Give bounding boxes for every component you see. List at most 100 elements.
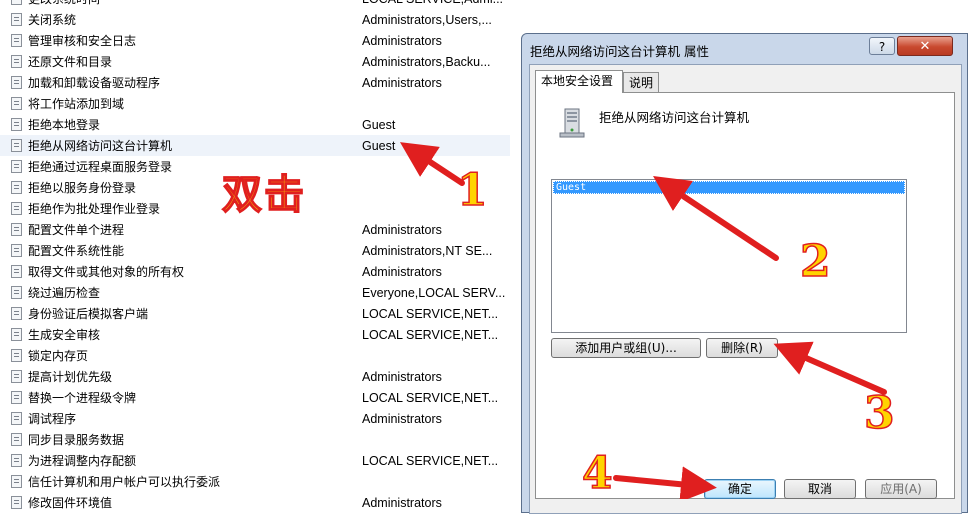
policy-icon bbox=[11, 349, 22, 362]
policy-setting: Administrators bbox=[362, 264, 442, 279]
policy-icon bbox=[11, 34, 22, 47]
policy-icon bbox=[11, 160, 22, 173]
policy-icon bbox=[11, 118, 22, 131]
policy-icon bbox=[11, 454, 22, 467]
policy-icon bbox=[11, 244, 22, 257]
policy-icon bbox=[11, 265, 22, 278]
policy-row[interactable]: 还原文件和目录 Administrators,Backu... bbox=[0, 51, 510, 72]
policy-name: 拒绝作为批处理作业登录 bbox=[28, 202, 161, 216]
policy-setting: Administrators,Users,... bbox=[362, 12, 492, 27]
policy-row[interactable]: 绕过遍历检查 Everyone,LOCAL SERV... bbox=[0, 282, 510, 303]
policy-row[interactable]: 将工作站添加到域 bbox=[0, 93, 510, 114]
policy-name: 同步目录服务数据 bbox=[28, 433, 125, 447]
tab-local-security-setting[interactable]: 本地安全设置 bbox=[535, 70, 623, 93]
policy-name: 提高计划优先级 bbox=[28, 370, 113, 384]
policy-row[interactable]: 身份验证后模拟客户端 LOCAL SERVICE,NET... bbox=[0, 303, 510, 324]
policy-setting: Administrators bbox=[362, 369, 442, 384]
properties-dialog: 拒绝从网络访问这台计算机 属性 ? ✕ 本地安全设置 说明 拒绝从网络访问这台计… bbox=[521, 33, 968, 514]
policy-name: 配置文件系统性能 bbox=[28, 244, 125, 258]
policy-row[interactable]: 取得文件或其他对象的所有权 Administrators bbox=[0, 261, 510, 282]
policy-setting: Administrators bbox=[362, 495, 442, 510]
policy-setting: Administrators bbox=[362, 411, 442, 426]
policy-row[interactable]: 管理审核和安全日志 Administrators bbox=[0, 30, 510, 51]
help-button[interactable]: ? bbox=[869, 37, 895, 55]
apply-button[interactable]: 应用(A) bbox=[865, 479, 937, 499]
policy-name: 拒绝通过远程桌面服务登录 bbox=[28, 160, 173, 174]
policy-setting: Administrators,NT SE... bbox=[362, 243, 493, 258]
policy-setting: Administrators,Backu... bbox=[362, 54, 491, 69]
close-button[interactable]: ✕ bbox=[897, 36, 953, 56]
tab-explain[interactable]: 说明 bbox=[623, 72, 659, 92]
policy-icon bbox=[11, 328, 22, 341]
policy-row[interactable]: 拒绝从网络访问这台计算机 Guest bbox=[0, 135, 510, 156]
policy-row[interactable]: 同步目录服务数据 bbox=[0, 429, 510, 450]
policy-setting: Guest bbox=[362, 117, 396, 132]
policy-setting: LOCAL SERVICE,NET... bbox=[362, 306, 499, 321]
dialog-title: 拒绝从网络访问这台计算机 属性 bbox=[530, 44, 709, 59]
policy-row[interactable]: 调试程序 Administrators bbox=[0, 408, 510, 429]
policy-setting: Everyone,LOCAL SERV... bbox=[362, 285, 506, 300]
policy-setting: Administrators bbox=[362, 222, 442, 237]
policy-name: 配置文件单个进程 bbox=[28, 223, 125, 237]
account-item-guest[interactable]: Guest bbox=[553, 181, 905, 194]
policy-icon bbox=[11, 76, 22, 89]
policy-row[interactable]: 生成安全审核 LOCAL SERVICE,NET... bbox=[0, 324, 510, 345]
cancel-button[interactable]: 取消 bbox=[784, 479, 856, 499]
policy-icon bbox=[11, 202, 22, 215]
policy-name: 绕过遍历检查 bbox=[28, 286, 101, 300]
policy-row[interactable]: 配置文件单个进程 Administrators bbox=[0, 219, 510, 240]
step-4-label: 4 bbox=[581, 447, 613, 500]
policy-icon bbox=[11, 370, 22, 383]
policy-setting: Administrators bbox=[362, 33, 442, 48]
policy-name: 调试程序 bbox=[28, 412, 77, 426]
policy-icon bbox=[11, 0, 22, 5]
policy-row[interactable]: 修改固件环境值 Administrators bbox=[0, 492, 510, 513]
policy-name: 信任计算机和用户帐户可以执行委派 bbox=[28, 475, 221, 489]
policy-name: 关闭系统 bbox=[28, 13, 77, 27]
policy-name: 为进程调整内存配额 bbox=[28, 454, 137, 468]
step-1-label: 1 bbox=[456, 164, 488, 217]
policy-icon bbox=[11, 391, 22, 404]
policy-name: 更改系统时间 bbox=[28, 0, 100, 7]
policy-setting: LOCAL SERVICE,NET... bbox=[362, 390, 499, 405]
policy-icon bbox=[11, 181, 22, 194]
policy-name: 拒绝本地登录 bbox=[28, 118, 101, 132]
policy-row[interactable]: 提高计划优先级 Administrators bbox=[0, 366, 510, 387]
policy-icon bbox=[11, 55, 22, 68]
policy-name: 替换一个进程级令牌 bbox=[28, 391, 137, 405]
policy-icon bbox=[11, 286, 22, 299]
account-list[interactable]: Guest bbox=[551, 179, 907, 333]
step-3-label: 3 bbox=[863, 387, 895, 440]
policy-row[interactable]: 信任计算机和用户帐户可以执行委派 bbox=[0, 471, 510, 492]
policy-icon bbox=[11, 139, 22, 152]
policy-row[interactable]: 为进程调整内存配额 LOCAL SERVICE,NET... bbox=[0, 450, 510, 471]
policy-row[interactable]: 加载和卸载设备驱动程序 Administrators bbox=[0, 72, 510, 93]
policy-name: 修改固件环境值 bbox=[28, 496, 113, 510]
policy-row[interactable]: 锁定内存页 bbox=[0, 345, 510, 366]
ok-button[interactable]: 确定 bbox=[704, 479, 776, 499]
policy-row[interactable]: 替换一个进程级令牌 LOCAL SERVICE,NET... bbox=[0, 387, 510, 408]
policy-row[interactable]: 关闭系统 Administrators,Users,... bbox=[0, 9, 510, 30]
policy-icon bbox=[11, 433, 22, 446]
policy-heading: 拒绝从网络访问这台计算机 bbox=[599, 110, 750, 125]
policy-name: 身份验证后模拟客户端 bbox=[28, 307, 149, 321]
policy-row[interactable]: 更改系统时间 LOCAL SERVICE,Admi... bbox=[0, 0, 510, 9]
policy-name: 加载和卸载设备驱动程序 bbox=[28, 76, 161, 90]
policy-icon bbox=[11, 223, 22, 236]
policy-name: 拒绝以服务身份登录 bbox=[28, 181, 137, 195]
policy-icon bbox=[11, 13, 22, 26]
policy-row[interactable]: 拒绝本地登录 Guest bbox=[0, 114, 510, 135]
policy-name: 拒绝从网络访问这台计算机 bbox=[28, 139, 173, 153]
policy-name: 管理审核和安全日志 bbox=[28, 34, 137, 48]
policy-name: 还原文件和目录 bbox=[28, 55, 113, 69]
remove-button[interactable]: 删除(R) bbox=[706, 338, 778, 358]
policy-name: 生成安全审核 bbox=[28, 328, 101, 342]
policy-setting: Administrators bbox=[362, 75, 442, 90]
policy-setting: LOCAL SERVICE,Admi... bbox=[362, 0, 503, 6]
policy-name: 取得文件或其他对象的所有权 bbox=[28, 265, 185, 279]
add-user-button[interactable]: 添加用户或组(U)... bbox=[551, 338, 701, 358]
policy-icon bbox=[11, 412, 22, 425]
dialog-client-area: 本地安全设置 说明 拒绝从网络访问这台计算机 Guest 添加用户或组(U)..… bbox=[529, 64, 962, 514]
server-icon bbox=[559, 108, 585, 138]
policy-row[interactable]: 配置文件系统性能 Administrators,NT SE... bbox=[0, 240, 510, 261]
